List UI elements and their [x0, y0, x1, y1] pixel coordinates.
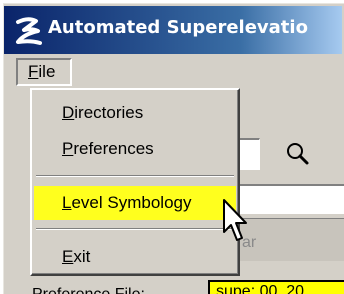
- menu-item-label: xit: [73, 247, 91, 266]
- preference-file-value[interactable]: supe: 00_20: [208, 280, 344, 294]
- search-icon[interactable]: [280, 138, 316, 172]
- menu-file-label: ile: [38, 62, 56, 81]
- menu-bar: File: [4, 56, 342, 90]
- menu-item-exit[interactable]: Exit: [34, 240, 236, 274]
- menu-item-label: evel Symbology: [71, 193, 192, 212]
- menu-item-directories[interactable]: Directories: [34, 96, 236, 130]
- menu-item-mnemonic: P: [62, 139, 74, 158]
- app-logo-icon: [16, 17, 42, 45]
- menu-item-label: references: [73, 139, 154, 158]
- menu-item-mnemonic: E: [62, 247, 74, 266]
- app-window: Automated Superelevatio File ar Preferen…: [2, 2, 344, 294]
- window-title: Automated Superelevatio: [48, 17, 308, 38]
- menu-item-preferences[interactable]: Preferences: [34, 132, 236, 166]
- menu-item-mnemonic: D: [62, 103, 75, 122]
- preference-file-label: Preference File:: [32, 286, 145, 294]
- file-menu-dropdown: Directories Preferences Level Symbology …: [30, 88, 240, 276]
- menu-separator: [36, 228, 234, 230]
- menu-item-label: irectories: [74, 103, 144, 122]
- menu-separator: [36, 175, 234, 177]
- screenshot-frame: Automated Superelevatio File ar Preferen…: [0, 0, 344, 294]
- menu-file-mnemonic: F: [28, 62, 39, 81]
- menu-item-level-symbology[interactable]: Level Symbology: [34, 186, 236, 220]
- mouse-pointer-icon: [223, 199, 247, 241]
- menu-file[interactable]: File: [16, 58, 72, 86]
- title-bar[interactable]: Automated Superelevatio: [4, 6, 342, 54]
